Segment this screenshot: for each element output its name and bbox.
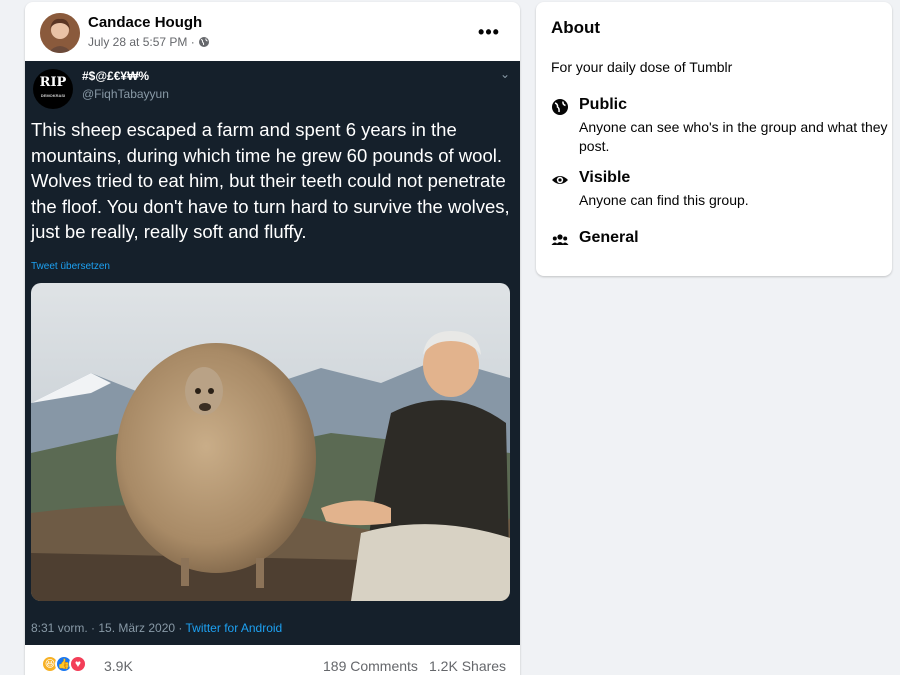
about-card: About For your daily dose of Tumblr Publ…: [536, 2, 892, 276]
sheep-photo: [31, 283, 510, 601]
author-name[interactable]: Candace Hough: [88, 14, 202, 31]
tweet-footer: 8:31 vorm. · 15. März 2020 · Twitter for…: [31, 621, 282, 635]
more-options-button[interactable]: •••: [474, 20, 504, 44]
love-reaction-icon: ♥: [69, 655, 87, 673]
post-header: Candace Hough July 28 at 5:57 PM · •••: [25, 2, 520, 60]
tweet-handle: @FiqhTabayyun: [82, 87, 169, 101]
public-label: Public: [579, 96, 628, 113]
tweet-avatar-text: RIP: [39, 75, 67, 90]
tweet-timestamp: 8:31 vorm. · 15. März 2020 ·: [31, 621, 186, 635]
tweet-avatar-sub: DEMOKRASI: [40, 93, 66, 98]
globe-icon: [198, 37, 209, 47]
tweet-avatar: RIP DEMOKRASI: [33, 69, 73, 109]
tweet-text: This sheep escaped a farm and spent 6 ye…: [31, 119, 510, 242]
about-title: About: [551, 18, 601, 37]
eye-icon: [552, 176, 568, 184]
tweet-screenshot: RIP DEMOKRASI #$@£€¥₩% @FiqhTabayyun ⌄ T…: [25, 61, 520, 645]
reaction-icons[interactable]: 😆 👍 ♥: [41, 655, 87, 673]
chevron-down-icon: ⌄: [499, 67, 510, 81]
reaction-count[interactable]: 3.9K: [104, 658, 133, 674]
post-meta: July 28 at 5:57 PM ·: [88, 35, 210, 49]
tweet-source: Twitter for Android: [185, 621, 283, 635]
public-description: Anyone can see who's in the group and wh…: [579, 119, 888, 154]
reaction-bar: 😆 👍 ♥ 3.9K 189 Comments 1.2K Shares: [25, 647, 520, 675]
globe-icon: [552, 99, 568, 115]
group-icon: [551, 234, 569, 245]
post-card: Candace Hough July 28 at 5:57 PM · ••• R…: [25, 2, 520, 675]
comment-count[interactable]: 189 Comments: [323, 658, 418, 674]
translate-link: Tweet übersetzen: [31, 261, 110, 272]
post-timestamp[interactable]: July 28 at 5:57 PM ·: [88, 35, 195, 49]
about-description: For your daily dose of Tumblr: [551, 59, 733, 75]
visible-description: Anyone can find this group.: [579, 192, 749, 208]
visible-label: Visible: [579, 169, 631, 186]
author-avatar[interactable]: [40, 13, 80, 53]
tweet-display-name: #$@£€¥₩%: [82, 69, 150, 83]
share-count[interactable]: 1.2K Shares: [429, 658, 506, 674]
general-label: General: [579, 229, 639, 246]
